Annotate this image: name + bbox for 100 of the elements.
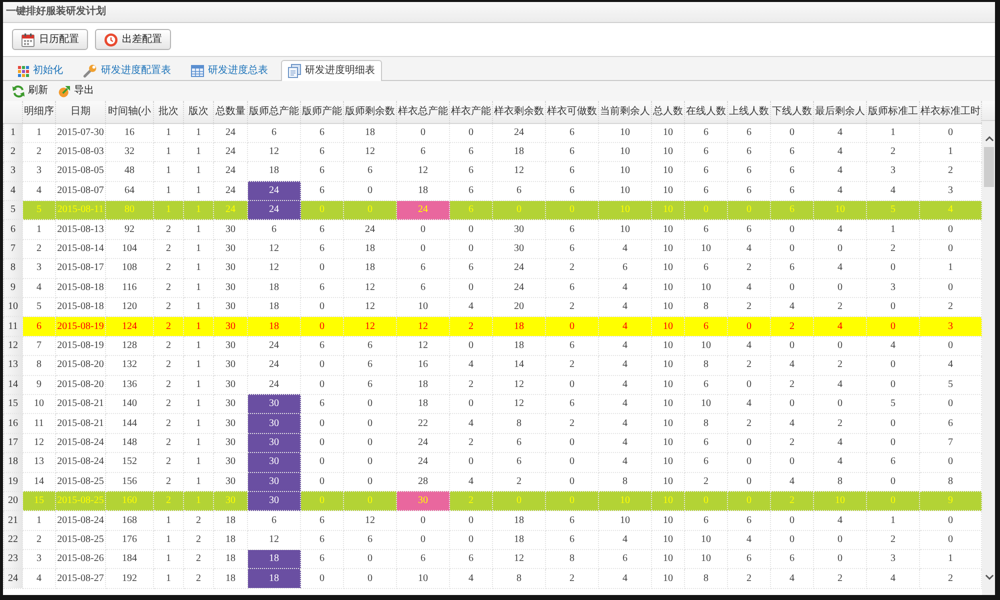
- table-cell: 10: [396, 568, 450, 588]
- table-row[interactable]: 6 1 2015-08-13 92 2 1 30 6 6 24 0 0 30 6 10 10 6 6 0 4 1 0: [4, 220, 982, 240]
- table-row[interactable]: 18 13 2015-08-24 152 2 1 30 30 0 0 24 0 6 0 4 10 6 0 0 4 6 0: [4, 452, 982, 472]
- table-cell: 2: [184, 568, 214, 588]
- tab[interactable]: 研发进度配置表: [76, 60, 178, 81]
- row-number: 10: [4, 298, 22, 317]
- column-header: 总数量: [214, 101, 248, 123]
- row-number: 2: [4, 142, 22, 162]
- row-number: 5: [4, 200, 22, 220]
- table-icon: [191, 65, 204, 77]
- table-row[interactable]: 2 2 2015-08-03 32 1 1 24 12 6 12 6 6 18 6 10 10 6 6 6 4 2 1: [4, 142, 982, 162]
- column-header: 当前剩余人: [598, 101, 652, 123]
- row-number: 11: [4, 316, 22, 336]
- row-number: 14: [4, 375, 22, 394]
- table-row[interactable]: 3 3 2015-08-05 48 1 1 24 18 6 6 12 6 12 6 10 10 6 6 6 4 3 2: [4, 162, 982, 182]
- toolbar-button[interactable]: 刷新: [12, 84, 48, 98]
- table-cell: 2015-08-27: [56, 568, 106, 588]
- row-number: 24: [4, 568, 22, 588]
- window-title: 一键排好服装研发计划: [6, 6, 106, 18]
- table-cell: 24: [248, 200, 300, 220]
- column-header: 时间轴(小: [106, 101, 154, 123]
- row-number: 13: [4, 356, 22, 376]
- table-cell: 4: [22, 568, 56, 588]
- table-row[interactable]: 9 4 2015-08-18 116 2 1 30 18 6 12 6 0 24 6 4 10 10 4 0 0 3 0: [4, 278, 982, 298]
- table-row[interactable]: 23 3 2015-08-26 184 1 2 18 18 6 0 6 6 12 8 6 10 10 6 6 0 3 1: [4, 550, 982, 569]
- table-cell: 4: [770, 568, 814, 588]
- table-row[interactable]: 11 6 2015-08-19 124 2 1 30 18 0 12 12 2 18 0 4 10 6 0 2 4 0 3: [4, 316, 982, 336]
- table-cell: 4: [598, 568, 652, 588]
- clock-icon: [104, 32, 118, 46]
- row-number: 15: [4, 394, 22, 414]
- table-cell: 192: [106, 568, 154, 588]
- grid-icon: [18, 66, 29, 76]
- row-number: 20: [4, 491, 22, 511]
- table-row[interactable]: 5 5 2015-08-11 80 1 1 24 24 0 0 24 6 0 0 10 10 0 0 6 10 5 4: [4, 200, 982, 220]
- table-cell: 30: [248, 452, 300, 472]
- row-number: 9: [4, 278, 22, 298]
- table-row[interactable]: 24 4 2015-08-27 192 1 2 18 18 0 0 10 4 8 2 4 10 8 2 4 2 4 2: [4, 568, 982, 588]
- table-cell: 24: [248, 181, 300, 201]
- table-row[interactable]: 15 10 2015-08-21 140 2 1 30 30 6 0 18 0 12 6 4 10 10 4 0 0 5 0: [4, 394, 982, 414]
- table-row[interactable]: 14 9 2015-08-20 136 2 1 30 24 0 6 18 2 12 0 4 10 6 0 2 4 0 5: [4, 375, 982, 394]
- row-number: 7: [4, 239, 22, 259]
- column-header: 批次: [154, 101, 184, 123]
- table-cell: 30: [248, 491, 300, 511]
- calendar-icon: [21, 32, 35, 46]
- toolbar-button[interactable]: 出差配置: [95, 29, 171, 50]
- row-number: 21: [4, 510, 22, 530]
- row-number: 4: [4, 181, 22, 201]
- table-row[interactable]: 4 4 2015-08-07 64 1 1 24 24 6 0 18 6 6 6 10 10 6 6 6 4 4 3: [4, 181, 982, 201]
- table-row[interactable]: 19 14 2015-08-25 156 2 1 30 30 0 0 28 4 2 0 8 10 2 0 4 8 0 8: [4, 472, 982, 492]
- row-number: 18: [4, 452, 22, 472]
- column-header: 版次: [184, 101, 214, 123]
- table-row[interactable]: 8 3 2015-08-17 108 2 1 30 12 0 18 6 6 24 2 6 10 6 2 6 4 0 1: [4, 258, 982, 278]
- column-header: 版师总产能: [248, 101, 300, 123]
- table-row[interactable]: 16 11 2015-08-21 144 2 1 30 30 0 0 22 4 8 2 4 10 8 2 4 2 0 6: [4, 414, 982, 434]
- column-header: 总人数: [652, 101, 684, 123]
- row-number: 17: [4, 433, 22, 453]
- column-header: 下线人数: [770, 101, 814, 123]
- scrollbar-thumb[interactable]: [984, 147, 994, 187]
- row-number: 3: [4, 162, 22, 182]
- row-number: 22: [4, 530, 22, 550]
- column-header: 明细序: [22, 101, 56, 123]
- table-cell: 2: [814, 568, 866, 588]
- arrow-circle-icon: [58, 84, 71, 98]
- column-header: 样衣可做数: [546, 101, 598, 123]
- toolbar-button[interactable]: 日历配置: [12, 29, 88, 50]
- table-row[interactable]: 20 15 2015-08-25 160 2 1 30 30 0 0 30 2 0 0 10 10 0 0 2 10 0 9: [4, 491, 982, 511]
- table-row[interactable]: 22 2 2015-08-25 176 1 2 18 12 6 6 0 0 18 6 4 10 10 4 0 0 2 0: [4, 530, 982, 550]
- table-cell: 18: [248, 550, 300, 569]
- column-header: 版师产能: [300, 101, 344, 123]
- table-cell: 1: [154, 568, 184, 588]
- column-header: 日期: [56, 101, 106, 123]
- table-row[interactable]: 12 7 2015-08-19 128 2 1 30 24 6 6 12 0 18 6 4 10 10 4 0 0 4 0: [4, 336, 982, 356]
- table-cell: 8: [684, 568, 728, 588]
- table-cell: 10: [652, 568, 684, 588]
- table-cell: 0: [300, 568, 344, 588]
- column-header: 在线人数: [684, 101, 728, 123]
- table-row[interactable]: 10 5 2015-08-18 120 2 1 30 18 0 12 10 4 20 2 4 10 8 2 4 2 0 2: [4, 298, 982, 317]
- tab[interactable]: 研发进度明细表: [281, 60, 382, 81]
- row-number: 1: [4, 123, 22, 142]
- column-header: 样衣剩余数: [492, 101, 546, 123]
- table-row[interactable]: 7 2 2015-08-14 104 2 1 30 12 6 18 0 0 30 6 4 10 10 4 0 0 2 0: [4, 239, 982, 259]
- table-cell: 2: [546, 568, 598, 588]
- toolbar-button[interactable]: 导出: [58, 84, 94, 98]
- table-cell: 0: [344, 568, 396, 588]
- tab[interactable]: 研发进度总表: [184, 60, 275, 81]
- row-number: 16: [4, 414, 22, 434]
- column-header: 版师剩余数: [344, 101, 396, 123]
- table-cell: 30: [248, 472, 300, 492]
- tab[interactable]: 初始化: [11, 60, 70, 81]
- table-row[interactable]: 1 1 2015-07-30 16 1 1 24 6 6 18 0 0 24 6 10 10 6 6 0 4 1 0: [4, 123, 982, 142]
- table-row[interactable]: 13 8 2015-08-20 132 2 1 30 24 0 6 16 4 14 2 4 10 8 2 4 2 0 4: [4, 356, 982, 376]
- table-row[interactable]: 17 12 2015-08-24 148 2 1 30 30 0 0 24 2 6 0 4 10 6 0 2 4 0 7: [4, 433, 982, 453]
- row-number: 8: [4, 258, 22, 278]
- wrench-icon: [83, 64, 97, 78]
- column-header: 版师标准工: [866, 101, 920, 123]
- table-cell: 2: [728, 568, 770, 588]
- row-number: 23: [4, 550, 22, 569]
- table-cell: 4: [866, 568, 920, 588]
- document-icon: [288, 64, 301, 78]
- table-row[interactable]: 21 1 2015-08-24 168 1 2 18 6 6 12 0 0 18 6 10 10 6 6 0 4 1 0: [4, 510, 982, 530]
